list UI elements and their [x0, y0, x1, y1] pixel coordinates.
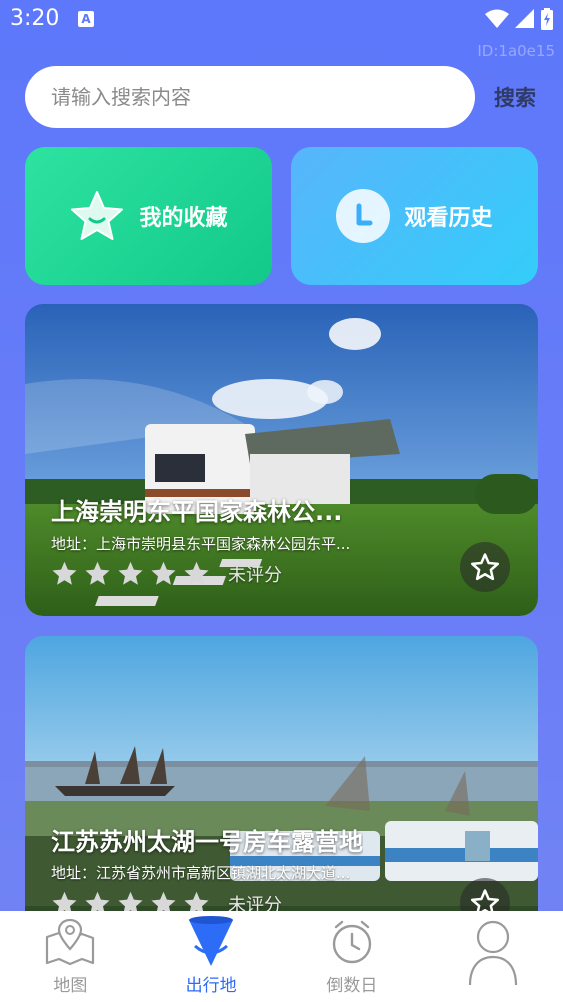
search-input[interactable] [25, 66, 475, 128]
star-rating-icon [151, 561, 176, 585]
profile-icon [466, 917, 520, 987]
place-address: 地址：上海市崇明县东平国家森林公园东平... [51, 535, 351, 553]
nav-label-map: 地图 [53, 976, 88, 996]
favorites-label: 我的收藏 [139, 206, 228, 231]
star-rating-icon [118, 561, 143, 585]
star-outline-icon [471, 553, 499, 581]
history-card[interactable]: 观看历史 [291, 147, 538, 285]
alarm-clock-icon [325, 917, 379, 967]
device-id: ID:1a0e15 [477, 42, 555, 60]
wifi-icon [485, 9, 509, 28]
place-address: 地址：江苏省苏州市高新区镇湖北太湖大道... [51, 864, 351, 882]
bottom-nav: 地图 出行地 倒数日 [0, 911, 563, 1002]
status-icons [485, 8, 553, 30]
status-time: 3:20 [10, 6, 60, 31]
signal-icon [515, 9, 534, 28]
status-bar: 3:20 A [0, 0, 563, 40]
nav-item-destinations[interactable]: 出行地 [141, 911, 282, 1002]
favorite-button[interactable] [460, 542, 510, 592]
place-title: 上海崇明东平国家森林公... [51, 498, 343, 526]
location-pin-icon [184, 916, 238, 967]
history-label: 观看历史 [404, 206, 493, 231]
star-rating-icon [52, 561, 77, 585]
nav-item-map[interactable]: 地图 [0, 911, 141, 1002]
star-rating-icon [184, 561, 209, 585]
rating-stars: 未评分 [51, 560, 282, 587]
favorites-card[interactable]: 我的收藏 [25, 147, 272, 285]
nav-label-countdown: 倒数日 [326, 976, 378, 996]
place-card[interactable]: 上海崇明东平国家森林公... 地址：上海市崇明县东平国家森林公园东平... 未评… [25, 304, 538, 616]
star-rating-icon [85, 561, 110, 585]
place-title: 江苏苏州太湖一号房车露营地 [51, 828, 363, 856]
nav-label-destinations: 出行地 [185, 976, 237, 996]
search-button[interactable]: 搜索 [494, 82, 536, 112]
battery-icon [541, 8, 553, 30]
star-icon [71, 191, 124, 240]
place-card[interactable]: 江苏苏州太湖一号房车露营地 地址：江苏省苏州市高新区镇湖北太湖大道... 未评分 [25, 636, 538, 936]
clock-icon [336, 189, 391, 243]
notification-icon: A [78, 11, 94, 27]
rating-text: 未评分 [228, 564, 282, 586]
map-icon [43, 917, 97, 967]
nav-item-countdown[interactable]: 倒数日 [282, 911, 423, 1002]
nav-item-profile[interactable] [422, 911, 563, 1002]
